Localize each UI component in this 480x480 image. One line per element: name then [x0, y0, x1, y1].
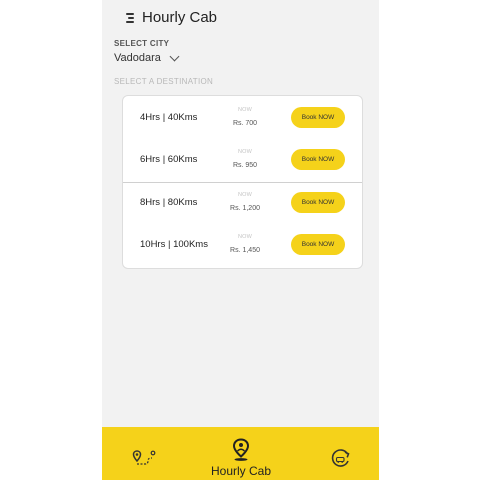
- package-now-label: NOW: [237, 192, 253, 198]
- page-title: Hourly Cab: [142, 9, 218, 26]
- round-trip-icon[interactable]: [330, 449, 352, 469]
- package-price: Rs. 700: [232, 120, 258, 127]
- book-now-button[interactable]: Book NOW: [291, 107, 345, 128]
- package-name: 6Hrs | 60Kms: [140, 154, 198, 165]
- package-now-label: NOW: [237, 234, 253, 240]
- package-price: Rs. 950: [232, 162, 258, 169]
- select-city-label: SELECT CITY: [114, 39, 170, 48]
- header: Hourly Cab: [102, 0, 379, 38]
- nav-label-hourly-cab[interactable]: Hourly Cab: [199, 464, 283, 478]
- app-screen: Hourly Cab SELECT CITY Vadodara SELECT A…: [102, 0, 379, 480]
- chevron-down-icon: [169, 51, 180, 61]
- package-row: 4Hrs | 40Kms NOW Rs. 700 Book NOW: [123, 98, 362, 140]
- book-now-button[interactable]: Book NOW: [291, 234, 345, 255]
- route-icon[interactable]: [132, 449, 156, 467]
- package-name: 10Hrs | 100Kms: [140, 239, 208, 250]
- bottom-nav: Hourly Cab: [102, 427, 379, 480]
- package-price: Rs. 1,450: [230, 247, 260, 254]
- package-name: 4Hrs | 40Kms: [140, 112, 198, 123]
- package-row: 6Hrs | 60Kms NOW Rs. 950 Book NOW: [123, 140, 362, 182]
- package-price: Rs. 1,200: [230, 205, 260, 212]
- city-value: Vadodara: [114, 52, 161, 64]
- book-now-button[interactable]: Book NOW: [291, 149, 345, 170]
- packages-card: 4Hrs | 40Kms NOW Rs. 700 Book NOW 6Hrs |…: [122, 95, 363, 269]
- location-person-icon[interactable]: [231, 438, 251, 462]
- book-now-button[interactable]: Book NOW: [291, 192, 345, 213]
- menu-icon[interactable]: [122, 12, 134, 24]
- package-now-label: NOW: [237, 107, 253, 113]
- package-row: 10Hrs | 100Kms NOW Rs. 1,450 Book NOW: [123, 225, 362, 267]
- package-row: 8Hrs | 80Kms NOW Rs. 1,200 Book NOW: [123, 183, 362, 225]
- select-destination-label[interactable]: SELECT A DESTINATION: [114, 77, 213, 86]
- package-now-label: NOW: [237, 149, 253, 155]
- city-dropdown[interactable]: Vadodara: [114, 51, 180, 64]
- package-name: 8Hrs | 80Kms: [140, 197, 198, 208]
